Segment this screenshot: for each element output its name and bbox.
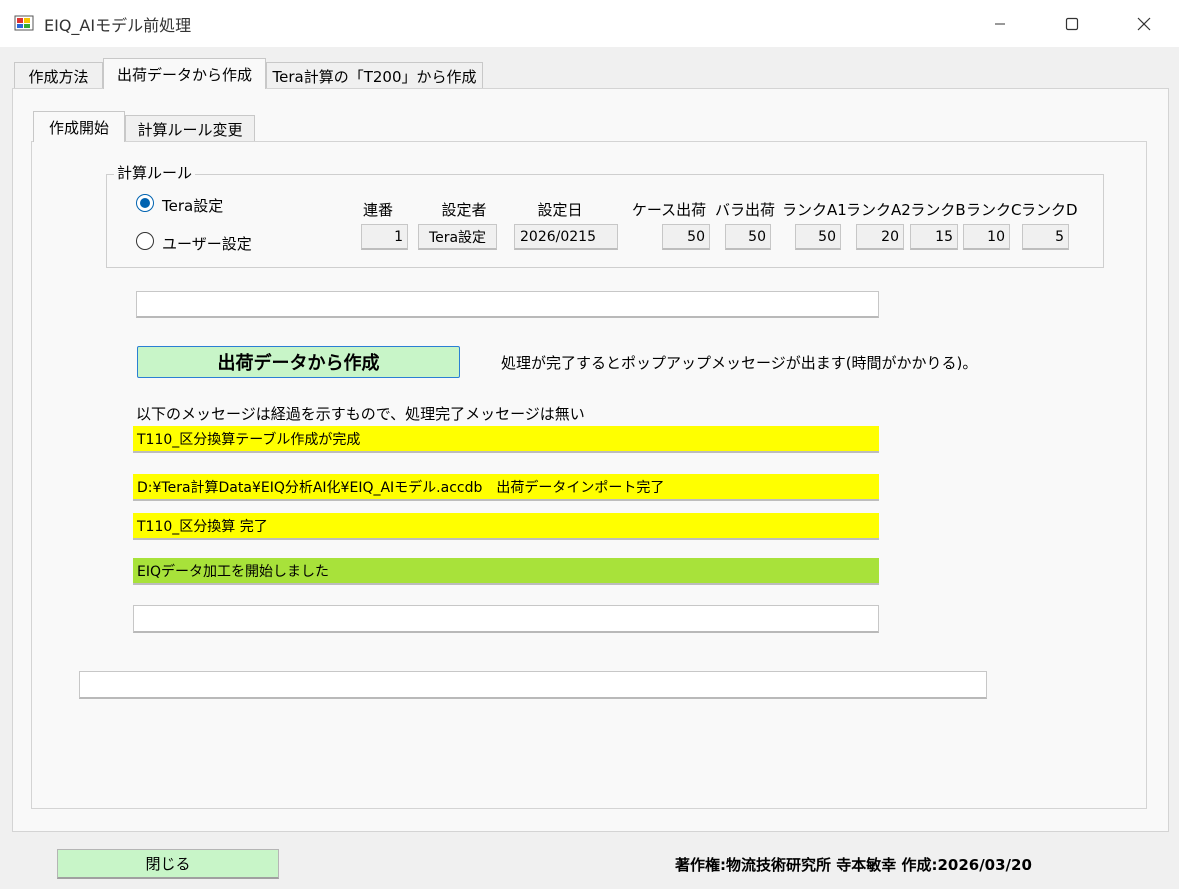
tab-creation-method[interactable]: 作成方法 — [14, 62, 103, 89]
app-icon — [14, 13, 34, 33]
radio-user-setting[interactable] — [136, 232, 154, 250]
process-hint-text: 処理が完了するとポップアップメッセージが出ます(時間がかかりる)。 — [501, 354, 978, 372]
value-set-date: 2026/0215 — [514, 224, 618, 250]
header-setter: 設定者 — [441, 201, 487, 219]
header-rank-a1: ランクA1 — [782, 201, 847, 219]
maximize-icon — [1065, 17, 1079, 30]
message-line: T110_区分換算 完了 — [133, 513, 879, 540]
value-serial: 1 — [361, 224, 408, 250]
radio-tera-setting-label: Tera設定 — [162, 197, 224, 215]
header-serial: 連番 — [362, 201, 393, 219]
tab-create-from-t200[interactable]: Tera計算の「T200」から作成 — [266, 62, 483, 89]
value-setter: Tera設定 — [418, 224, 497, 250]
copyright-text: 著作権:物流技術研究所 寺本敏幸 作成:2026/03/20 — [675, 856, 1032, 874]
header-rank-b: ランクB — [910, 201, 966, 219]
tab-rule-change[interactable]: 計算ルール変更 — [125, 115, 255, 142]
status-textbox-bottom[interactable] — [79, 671, 987, 699]
value-rank-c: 10 — [963, 224, 1010, 250]
tab-create-from-shipping[interactable]: 出荷データから作成 — [103, 58, 266, 89]
radio-user-setting-label: ユーザー設定 — [162, 235, 252, 253]
close-app-button[interactable]: 閉じる — [57, 849, 279, 879]
progress-note: 以下のメッセージは経過を示すもので、処理完了メッセージは無い — [136, 405, 585, 423]
value-rank-d: 5 — [1022, 224, 1069, 250]
minimize-button[interactable] — [965, 0, 1035, 47]
status-textbox-top[interactable] — [136, 291, 879, 318]
value-case-shipping: 50 — [662, 224, 710, 250]
window-title: EIQ_AIモデル前処理 — [44, 16, 192, 35]
header-rank-d: ランクD — [1021, 201, 1078, 219]
minimize-icon — [995, 23, 1005, 24]
message-line: D:¥Tera計算Data¥EIQ分析AI化¥EIQ_AIモデル.accdb 出… — [133, 474, 879, 501]
close-icon — [1137, 17, 1151, 30]
rule-group-legend: 計算ルール — [114, 162, 196, 183]
value-rank-a1: 50 — [795, 224, 841, 250]
header-rank-a2: ランクA2 — [846, 201, 911, 219]
create-from-shipping-button[interactable]: 出荷データから作成 — [137, 346, 460, 378]
header-set-date: 設定日 — [537, 201, 583, 219]
maximize-button[interactable] — [1037, 0, 1107, 47]
value-rank-a2: 20 — [856, 224, 904, 250]
value-piece-shipping: 50 — [725, 224, 771, 250]
rule-group-box — [106, 174, 1104, 268]
close-button[interactable] — [1109, 0, 1179, 47]
header-piece-shipping: バラ出荷 — [714, 201, 775, 219]
tab-start[interactable]: 作成開始 — [33, 111, 125, 142]
message-textbox-empty[interactable] — [133, 605, 879, 633]
radio-tera-setting[interactable] — [136, 194, 154, 212]
message-line: EIQデータ加工を開始しました — [133, 558, 879, 585]
header-case-shipping: ケース出荷 — [631, 201, 707, 219]
message-line: T110_区分換算テーブル作成が完成 — [133, 426, 879, 453]
value-rank-b: 15 — [910, 224, 958, 250]
header-rank-c: ランクC — [966, 201, 1022, 219]
